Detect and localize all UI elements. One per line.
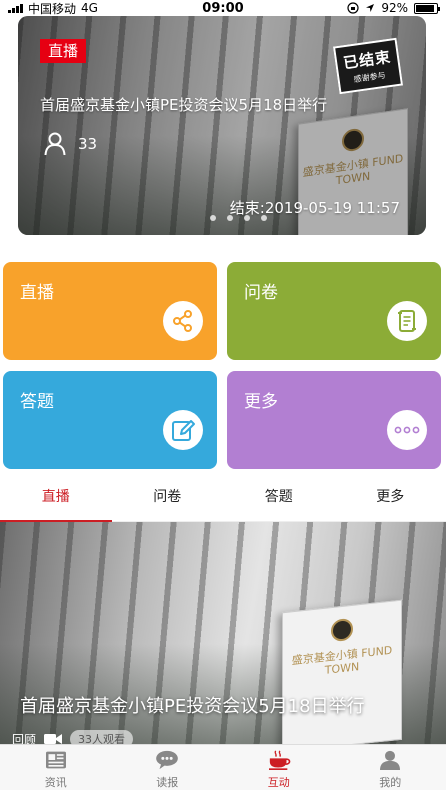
tile-live-label: 直播	[20, 283, 54, 303]
location-icon	[366, 4, 375, 12]
nav-profile[interactable]: 我的	[335, 745, 446, 790]
viewer-number: 33	[78, 135, 98, 153]
news-icon	[45, 751, 66, 769]
banner-title: 首届盛京基金小镇PE投资会议5月18日举行	[40, 96, 328, 114]
ended-stamp: 已结束 感谢参与	[332, 37, 404, 95]
chat-icon	[156, 750, 179, 770]
signal-icon	[8, 3, 23, 13]
tile-survey-label: 问卷	[244, 283, 278, 303]
tile-quiz-label: 答题	[20, 392, 54, 412]
battery-icon	[414, 2, 440, 14]
tab-survey[interactable]: 问卷	[112, 480, 224, 521]
tile-quiz[interactable]: 答题	[3, 371, 217, 469]
battery-label: 92%	[381, 1, 408, 15]
sign-text: 盛京基金小镇 FUND TOWN	[291, 643, 393, 677]
status-bar: 中国移动 4G 09:00 92%	[0, 0, 446, 16]
category-tabs: 直播 问卷 答题 更多	[0, 480, 446, 522]
edit-icon	[163, 410, 203, 450]
more-dots-icon	[387, 410, 427, 450]
carousel-dots[interactable]	[210, 215, 267, 221]
tab-quiz[interactable]: 答题	[223, 480, 335, 521]
live-list-item[interactable]: 盛京基金小镇 FUND TOWN 首届盛京基金小镇PE投资会议5月18日举行 回…	[0, 522, 446, 744]
nav-reading-label: 读报	[156, 776, 179, 789]
ended-stamp-main: 已结束	[342, 47, 393, 73]
tile-more-label: 更多	[244, 392, 278, 412]
live-badge: 直播	[40, 39, 87, 63]
live-banner[interactable]: 盛京基金小镇 FUND TOWN 直播 已结束 感谢参与 首届盛京基金小镇PE投…	[18, 16, 426, 235]
nav-interact[interactable]: 互动	[223, 745, 335, 790]
views-count: 33人观看	[70, 730, 134, 744]
carrier-label: 中国移动	[28, 1, 77, 16]
bottom-nav: 资讯 读报 互动 我的	[0, 744, 446, 790]
network-label: 4G	[81, 1, 98, 15]
carousel-dot[interactable]	[210, 215, 216, 221]
nav-news-label: 资讯	[44, 776, 67, 789]
user-icon	[380, 750, 401, 770]
status-left: 中国移动 4G	[8, 0, 98, 17]
nav-news[interactable]: 资讯	[0, 745, 112, 790]
tile-more[interactable]: 更多	[227, 371, 441, 469]
carousel-dot[interactable]	[261, 215, 267, 221]
feed-meta: 回顾 33人观看	[12, 730, 134, 745]
tab-live[interactable]: 直播	[0, 480, 112, 522]
replay-label: 回顾	[12, 732, 37, 745]
scroll-icon	[387, 301, 427, 341]
ended-stamp-sub: 感谢参与	[353, 70, 387, 85]
tab-more[interactable]: 更多	[335, 480, 446, 521]
nav-interact-label: 互动	[267, 776, 290, 789]
share-icon	[163, 301, 203, 341]
coffee-cup-icon	[268, 750, 291, 770]
tile-survey[interactable]: 问卷	[227, 262, 441, 360]
viewer-count: 33	[44, 132, 97, 156]
battery-fill	[416, 4, 435, 12]
carousel-dot[interactable]	[244, 215, 250, 221]
fund-town-sign: 盛京基金小镇 FUND TOWN	[282, 599, 402, 744]
nav-reading[interactable]: 读报	[112, 745, 224, 790]
person-icon	[44, 132, 66, 156]
app-screen: 中国移动 4G 09:00 92% 盛京基金小镇 FUND TOWN 直播 已结…	[0, 0, 446, 790]
status-right: 92%	[347, 1, 440, 15]
feed-title: 首届盛京基金小镇PE投资会议5月18日举行	[20, 696, 365, 717]
nav-profile-label: 我的	[379, 776, 402, 789]
video-camera-icon	[44, 734, 63, 744]
lock-rotation-icon	[347, 2, 359, 14]
tile-live[interactable]: 直播	[3, 262, 217, 360]
carousel-dot[interactable]	[227, 215, 233, 221]
